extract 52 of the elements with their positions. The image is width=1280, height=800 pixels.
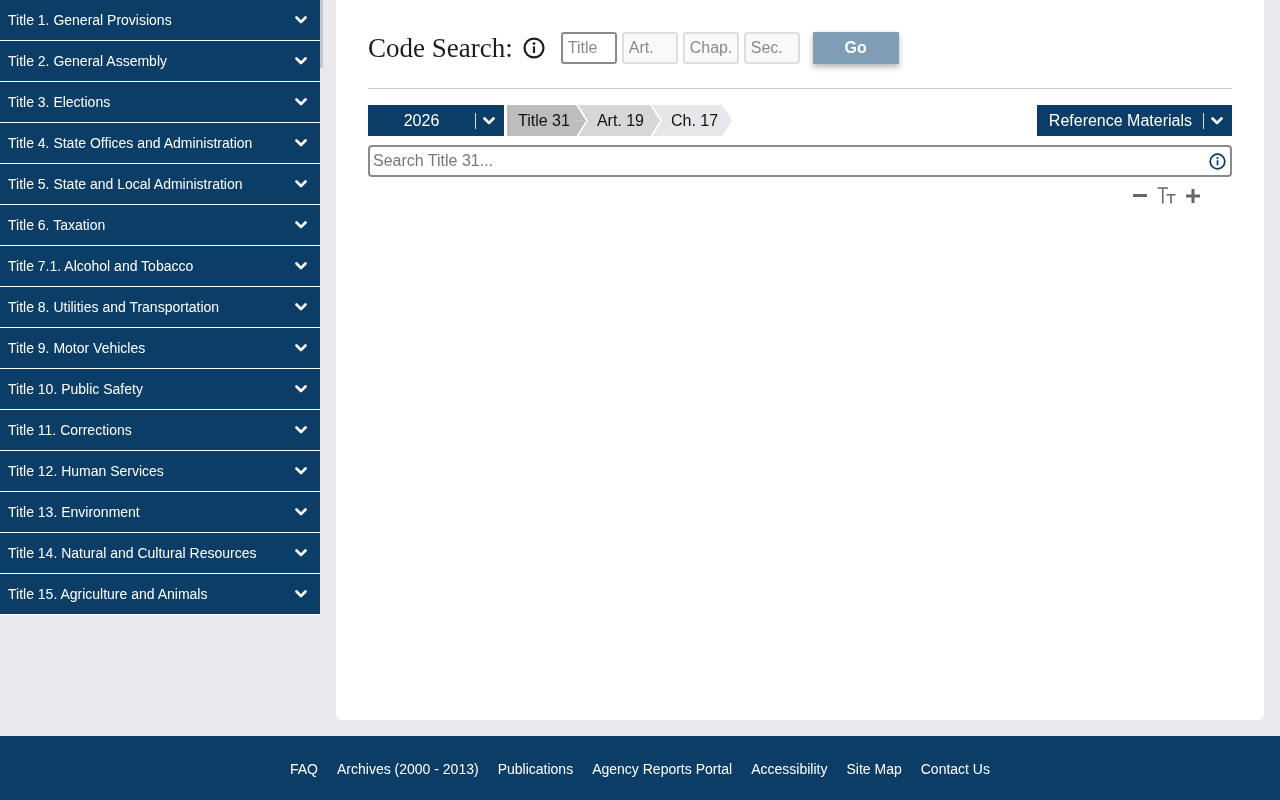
info-icon[interactable] [522,37,545,59]
footer-link[interactable]: Publications [497,759,574,779]
sidebar-item-label: Title 11. Corrections [8,422,132,438]
breadcrumb-link[interactable]: Title 31 [507,105,576,136]
sidebar-item-label: Title 8. Utilities and Transportation [8,299,220,315]
sidebar-item-label: Title 6. Taxation [8,217,106,233]
sidebar-item[interactable]: Title 5. State and Local Administration [0,164,320,205]
reference-materials-dropdown[interactable]: Reference Materials [1036,105,1232,136]
sidebar-item-label: Title 4. State Offices and Administration [8,135,253,151]
breadcrumb-link[interactable]: Art. 19 [575,105,650,136]
sidebar-item-label: Title 9. Motor Vehicles [8,340,146,356]
sidebar-item[interactable]: Title 7.1. Alcohol and Tobacco [0,246,320,287]
info-icon[interactable] [1209,152,1226,170]
sidebar-item[interactable]: Title 2. General Assembly [0,41,320,82]
sidebar-item[interactable]: Title 6. Taxation [0,205,320,246]
breadcrumb-link[interactable]: Ch. 17 [650,105,733,136]
code-field[interactable]: Title [560,32,617,64]
sidebar-item[interactable]: Title 15. Agriculture and Animals [0,574,320,615]
footer-link[interactable]: FAQ [290,759,318,779]
sidebar-item-label: Title 15. Agriculture and Animals [8,586,208,602]
chevron-icon [1211,116,1223,125]
text-size-icon[interactable] [1157,187,1176,204]
sidebar-item-label: Title 7.1. Alcohol and Tobacco [8,258,194,274]
footer-link[interactable]: Archives (2000 - 2013) [337,759,479,779]
sidebar-item-label: Title 12. Human Services [8,463,164,479]
sidebar-item-label: Title 14. Natural and Cultural Resources [8,545,257,561]
scrollbar-thumb[interactable] [320,0,323,68]
sidebar-item-label: Title 1. General Provisions [8,12,172,28]
year-dropdown[interactable]: 2026 [368,105,504,136]
footer-link[interactable]: Agency Reports Portal [592,759,733,779]
sidebar-item-label: Title 3. Elections [8,94,111,110]
plus-icon[interactable] [1186,188,1200,203]
sidebar-item[interactable]: Title 9. Motor Vehicles [0,328,320,369]
sidebar-item[interactable]: Title 10. Public Safety [0,369,320,410]
sidebar-item[interactable]: Title 1. General Provisions [0,0,320,41]
sidebar-item[interactable]: Title 12. Human Services [0,451,320,492]
sidebar-item-label: Title 5. State and Local Administration [8,176,243,192]
sidebar-item[interactable]: Title 8. Utilities and Transportation [0,287,320,328]
footer-link[interactable]: Contact Us [920,759,990,779]
sidebar-item[interactable]: Title 4. State Offices and Administration [0,123,320,164]
sidebar-item[interactable]: Title 14. Natural and Cultural Resources [0,533,320,574]
sidebar-item-label: Title 2. General Assembly [8,53,167,69]
footer-link[interactable]: Site Map [846,759,902,779]
search-field[interactable]: Search Title 31... [368,145,1232,177]
sidebar-item[interactable]: Title 11. Corrections [0,410,320,451]
sidebar-item[interactable]: Title 13. Environment [0,492,320,533]
code-search-title: Code Search: [368,32,513,64]
footer-link[interactable]: Accessibility [751,759,828,779]
chevron-icon [483,116,495,125]
sidebar-item[interactable]: Title 3. Elections [0,82,320,123]
sidebar-item-label: Title 13. Environment [8,504,140,520]
sidebar-item-label: Title 10. Public Safety [8,381,143,397]
